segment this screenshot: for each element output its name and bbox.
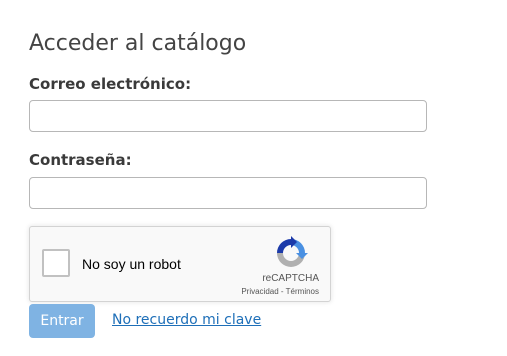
recaptcha-privacy-link[interactable]: Privacidad — [241, 287, 278, 296]
password-field[interactable] — [29, 177, 427, 209]
recaptcha-links-separator: - — [278, 287, 286, 296]
recaptcha-widget: No soy un robot reCAPTCHA Privacidad - T… — [29, 226, 331, 302]
recaptcha-brand: reCAPTCHA — [262, 273, 319, 284]
recaptcha-checkbox[interactable] — [42, 249, 70, 277]
recaptcha-checkbox-label: No soy un robot — [82, 256, 181, 272]
email-field[interactable] — [29, 100, 427, 132]
submit-button[interactable]: Entrar — [29, 304, 95, 338]
recaptcha-links: Privacidad - Términos — [241, 287, 319, 296]
forgot-password-link[interactable]: No recuerdo mi clave — [112, 312, 261, 328]
recaptcha-logo-icon — [277, 236, 308, 267]
recaptcha-terms-link[interactable]: Términos — [286, 287, 319, 296]
password-label: Contraseña: — [29, 151, 132, 169]
page-title: Acceder al catálogo — [29, 31, 247, 56]
email-label: Correo electrónico: — [29, 75, 192, 93]
